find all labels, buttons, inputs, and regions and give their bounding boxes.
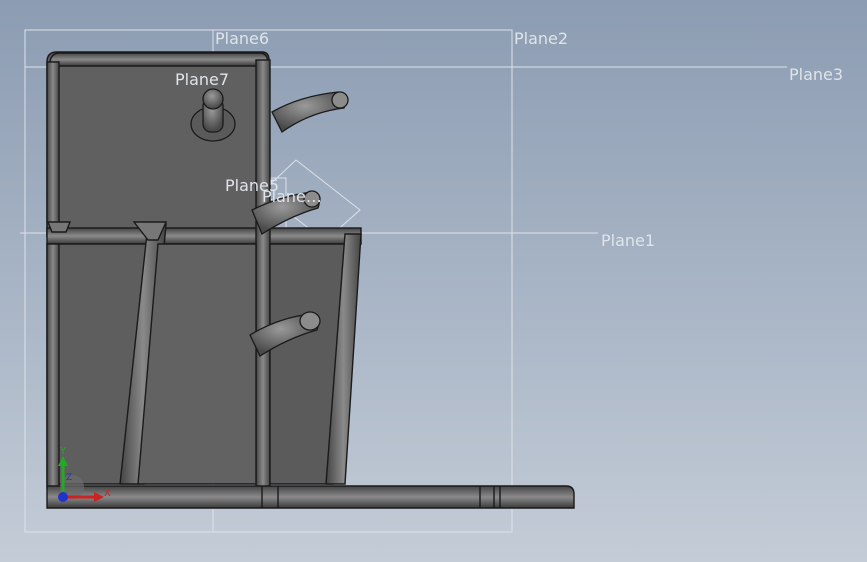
back-plate-top-rim[interactable] [49,52,269,67]
peg-upper-right-tip[interactable] [331,91,349,109]
plane1-label[interactable]: Plane1 [601,233,655,249]
center-column[interactable] [255,59,271,491]
plane2-label[interactable]: Plane2 [514,31,568,47]
triad-z-axis [58,492,68,502]
back-plate-upper[interactable] [46,51,270,237]
back-plate-lower-mid[interactable] [137,243,257,485]
plane8-label[interactable]: Plane… [262,189,322,205]
left-rim-upper[interactable] [46,61,60,237]
plane6-label[interactable]: Plane6 [215,31,269,47]
peg-lower-tip[interactable] [299,311,321,331]
left-rim-lower[interactable] [46,243,60,489]
plane3-label[interactable]: Plane3 [789,67,843,83]
triad-x-label: X [104,488,111,499]
triad-z-label: Z [66,473,72,483]
base-plate[interactable] [46,485,575,509]
divider-rail[interactable] [46,227,362,245]
chamfer-left [46,221,72,233]
model-scene[interactable]: Y X Z [0,0,867,562]
triad-y-label: Y [59,446,67,457]
part-body[interactable] [46,51,575,509]
graphics-viewport[interactable]: Y X Z Plane6 Plane2 Plane3 Plane7 Plane5… [0,0,867,562]
plane7-label[interactable]: Plane7 [175,72,229,88]
peg-front-tip[interactable] [202,88,224,110]
